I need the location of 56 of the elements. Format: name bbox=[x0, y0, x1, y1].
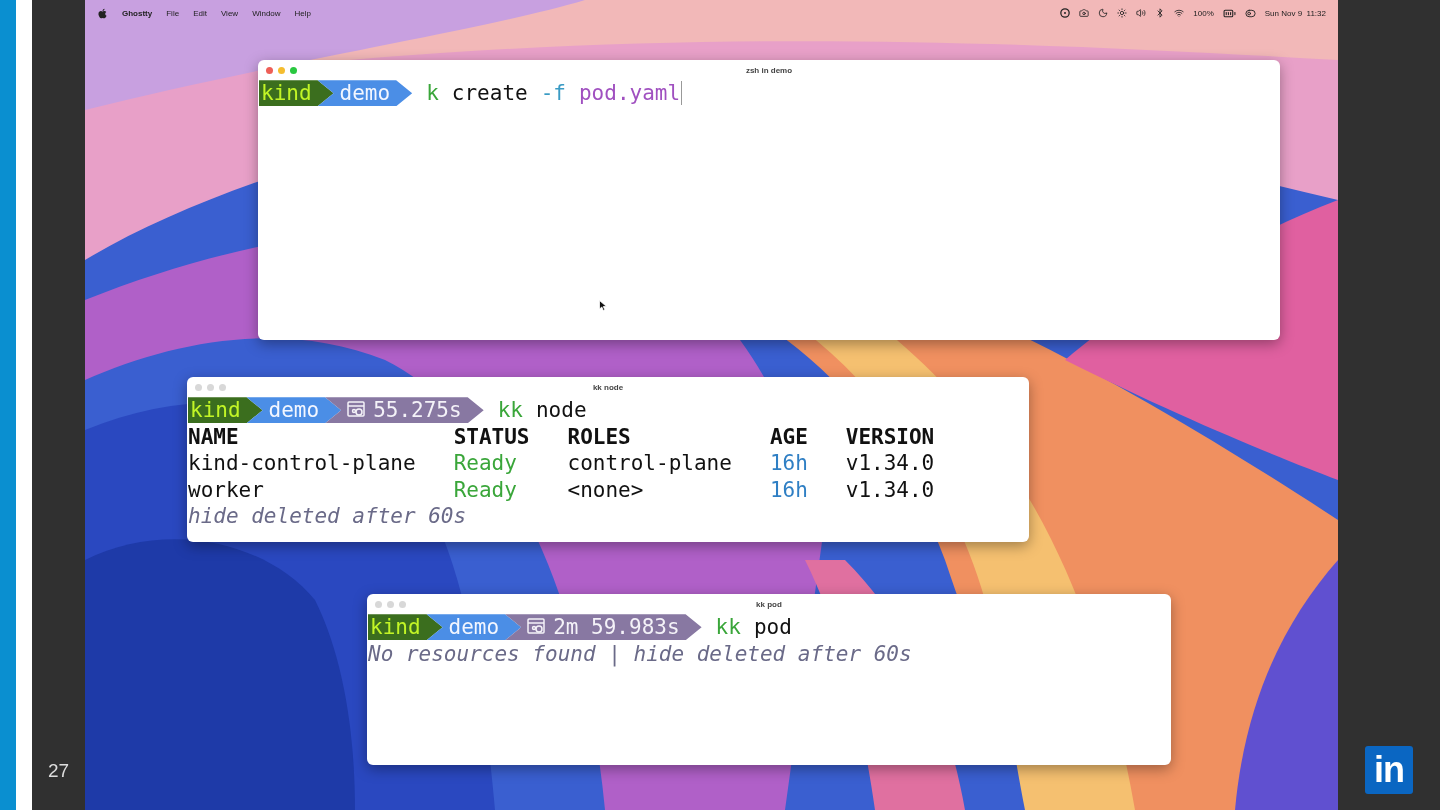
command-token: kk bbox=[715, 614, 741, 641]
table-cell-text: <none> bbox=[567, 476, 645, 503]
apple-icon[interactable] bbox=[97, 7, 108, 19]
timer-icon bbox=[347, 401, 368, 420]
timer-text: 2m 59.983s bbox=[553, 614, 680, 641]
slide-number: 27 bbox=[47, 760, 70, 782]
output-note: No resources found | hide deleted after 60s bbox=[368, 640, 912, 667]
command-token: k bbox=[426, 80, 439, 107]
pointer-icon bbox=[599, 300, 607, 311]
menu-item[interactable]: Edit bbox=[193, 8, 207, 18]
prompt-segment: kind bbox=[368, 614, 443, 641]
command-token: node bbox=[535, 397, 587, 424]
logo: in bbox=[1365, 746, 1413, 794]
bluetooth-icon[interactable] bbox=[1155, 8, 1166, 18]
prompt-segment: kind bbox=[188, 397, 263, 424]
table-cell-text: Ready bbox=[453, 476, 518, 503]
prompt-segment: kind bbox=[259, 80, 334, 107]
column-header: NAME bbox=[188, 423, 240, 450]
table-cell-text: 16h bbox=[769, 450, 809, 477]
table-cell-text: v1.34.0 bbox=[845, 476, 936, 503]
window-title: kk node bbox=[592, 382, 624, 392]
control-center-icon[interactable] bbox=[1244, 7, 1256, 19]
menu-item[interactable]: File bbox=[166, 8, 180, 18]
volume-icon[interactable] bbox=[1136, 8, 1147, 18]
command-token: create bbox=[451, 80, 528, 107]
window-title: kk pod bbox=[756, 599, 782, 609]
table-cell-text: Ready bbox=[453, 450, 518, 477]
app-menu[interactable]: Ghostty bbox=[122, 8, 153, 18]
menu-item[interactable]: Help bbox=[294, 8, 312, 18]
menu-clock[interactable]: Sun Nov 9 11:32 bbox=[1264, 8, 1326, 18]
command-token: -f bbox=[540, 80, 566, 107]
timer-icon bbox=[527, 618, 548, 637]
timer-text: 55.275s bbox=[373, 397, 462, 424]
window-title: zsh in demo bbox=[745, 65, 793, 75]
table-cell-text: kind-control-plane bbox=[188, 450, 417, 477]
prompt-segment: demo bbox=[317, 80, 413, 107]
table-cell-text: worker bbox=[188, 476, 265, 503]
table-cell-text: v1.34.0 bbox=[845, 450, 936, 477]
table-cell-text: control-plane bbox=[567, 450, 733, 477]
column-header: ROLES bbox=[567, 423, 632, 450]
moon-icon[interactable] bbox=[1098, 8, 1109, 18]
menu-item[interactable]: View bbox=[220, 8, 239, 18]
command-token: pod.yaml bbox=[578, 80, 681, 107]
column-header: STATUS bbox=[453, 423, 531, 450]
command-token: kk bbox=[497, 397, 523, 424]
column-header: AGE bbox=[769, 423, 809, 450]
sun-icon[interactable] bbox=[1117, 8, 1128, 18]
menu-item[interactable]: Window bbox=[252, 8, 281, 18]
table-cell-text: 16h bbox=[769, 476, 809, 503]
battery-percent: 100% bbox=[1193, 8, 1214, 18]
wifi-icon[interactable] bbox=[1174, 8, 1185, 18]
command-token: pod bbox=[753, 614, 792, 641]
camera-icon[interactable] bbox=[1079, 8, 1090, 18]
record-icon[interactable] bbox=[1060, 8, 1071, 18]
column-header: VERSION bbox=[845, 423, 936, 450]
output-note: hide deleted after 60s bbox=[188, 503, 467, 530]
